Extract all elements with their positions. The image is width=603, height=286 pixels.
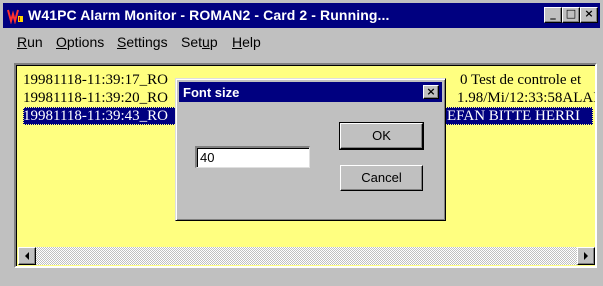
scroll-left-icon xyxy=(25,252,29,260)
menu-options[interactable]: Options xyxy=(56,34,104,50)
window-title: W41PC Alarm Monitor - ROMAN2 - Card 2 - … xyxy=(28,7,390,23)
scroll-right-icon xyxy=(584,252,588,260)
ok-button[interactable]: OK xyxy=(339,122,424,150)
close-button[interactable]: × xyxy=(580,7,598,23)
maximize-button[interactable]: □ xyxy=(562,7,580,23)
menu-help[interactable]: Help xyxy=(232,34,261,50)
font-size-dialog: Font size × OK Cancel xyxy=(175,78,446,221)
maximize-icon: □ xyxy=(565,7,577,20)
log-line-tail: 1.98/Mi/12:33:58ALAI xyxy=(457,90,597,106)
dialog-title: Font size xyxy=(183,85,240,100)
minimize-icon: _ xyxy=(550,7,556,20)
dialog-title-bar[interactable]: Font size × xyxy=(179,82,442,102)
scroll-left-button[interactable] xyxy=(18,247,36,265)
dialog-close-button[interactable]: × xyxy=(423,85,439,99)
font-size-input[interactable] xyxy=(195,146,310,168)
horizontal-scrollbar[interactable] xyxy=(18,247,595,265)
title-bar[interactable]: W41PC Alarm Monitor - ROMAN2 - Card 2 - … xyxy=(3,3,600,28)
menu-bar: Run Options Settings Setup Help xyxy=(3,31,600,53)
log-line[interactable]: 19981118-11:39:17_RO xyxy=(23,71,168,89)
minimize-button[interactable]: _ xyxy=(544,7,562,23)
menu-run[interactable]: Run xyxy=(17,34,43,50)
close-icon: × xyxy=(584,7,594,20)
main-window: W41PC Alarm Monitor - ROMAN2 - Card 2 - … xyxy=(0,0,603,286)
close-icon: × xyxy=(426,85,436,98)
menu-settings[interactable]: Settings xyxy=(117,34,168,50)
app-icon xyxy=(6,7,24,24)
log-line-tail: 0 Test de controle et xyxy=(460,72,582,88)
cancel-button[interactable]: Cancel xyxy=(340,165,423,191)
menu-setup[interactable]: Setup xyxy=(181,34,218,50)
scroll-right-button[interactable] xyxy=(577,247,595,265)
log-line[interactable]: 19981118-11:39:20_RO xyxy=(23,89,168,107)
